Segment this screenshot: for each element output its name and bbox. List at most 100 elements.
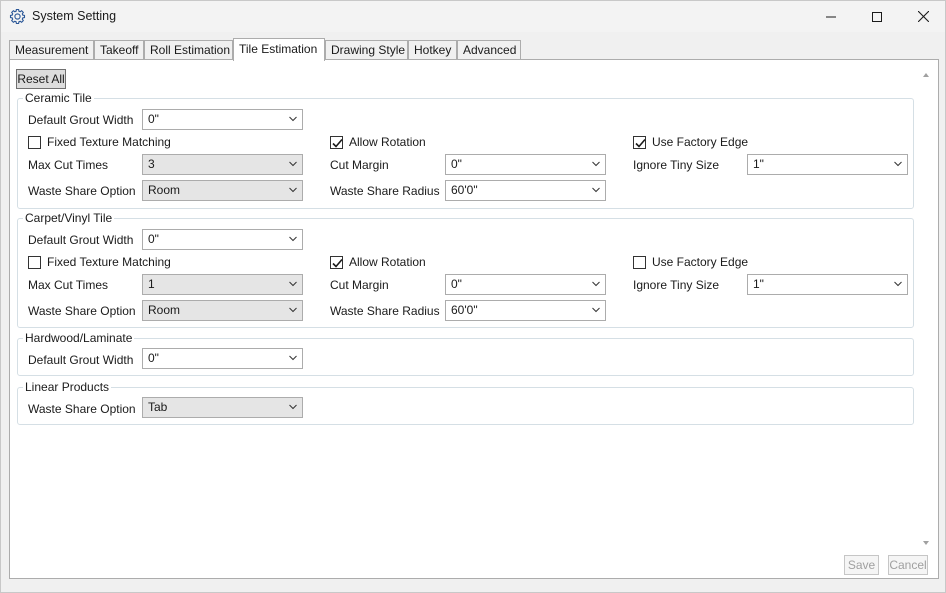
checkbox-label: Use Factory Edge <box>652 255 749 269</box>
cut-margin-label: Cut Margin <box>330 278 389 292</box>
scroll-up-arrow-icon <box>923 73 929 77</box>
carpet-allow-rotation-checkbox[interactable]: Allow Rotation <box>330 255 426 269</box>
checkbox-box[interactable] <box>633 255 646 269</box>
combo-value: 3 <box>148 157 155 171</box>
combo-value: 0" <box>148 232 159 246</box>
carpet-vinyl-tile-group: Carpet/Vinyl Tile Default Grout Width 0"… <box>17 211 914 328</box>
cancel-button[interactable]: Cancel <box>888 555 928 575</box>
title-bar: System Setting <box>1 1 945 32</box>
checkbox-label: Allow Rotation <box>349 135 426 149</box>
minimize-button[interactable] <box>808 1 854 32</box>
close-icon <box>917 11 929 22</box>
combo-value: 60'0" <box>451 183 478 197</box>
waste-share-option-label: Waste Share Option <box>28 402 136 416</box>
ceramic-fixed-texture-checkbox[interactable]: Fixed Texture Matching <box>28 135 171 149</box>
reset-all-button[interactable]: Reset All <box>16 69 66 89</box>
hardwood-default-grout-width-select[interactable]: 0" <box>142 348 303 369</box>
tab-measurement[interactable]: Measurement <box>9 40 94 60</box>
waste-share-option-label: Waste Share Option <box>28 184 136 198</box>
cut-margin-label: Cut Margin <box>330 158 389 172</box>
tab-takeoff[interactable]: Takeoff <box>94 40 144 60</box>
ignore-tiny-size-label: Ignore Tiny Size <box>633 278 720 292</box>
tab-tile-estimation[interactable]: Tile Estimation <box>233 38 325 61</box>
ceramic-cut-margin-select[interactable]: 0" <box>445 154 606 175</box>
ceramic-tile-title: Ceramic Tile <box>23 91 94 105</box>
ceramic-waste-share-radius-select[interactable]: 60'0" <box>445 180 606 201</box>
chevron-down-icon <box>289 236 297 242</box>
vertical-scrollbar[interactable] <box>920 68 932 550</box>
close-button[interactable] <box>900 1 946 32</box>
combo-value: Room <box>148 183 181 197</box>
checkbox-box[interactable] <box>28 135 41 149</box>
chevron-down-icon <box>289 307 297 313</box>
max-cut-times-label: Max Cut Times <box>28 158 109 172</box>
chevron-down-icon <box>289 116 297 122</box>
ceramic-use-factory-edge-checkbox[interactable]: Use Factory Edge <box>633 135 748 149</box>
combo-value: 1" <box>753 157 764 171</box>
save-button[interactable]: Save <box>844 555 879 575</box>
ceramic-allow-rotation-checkbox[interactable]: Allow Rotation <box>330 135 426 149</box>
combo-value: 0" <box>451 277 462 291</box>
tab-advanced[interactable]: Advanced <box>457 40 521 60</box>
hardwood-laminate-group: Hardwood/Laminate Default Grout Width 0" <box>17 331 914 376</box>
chevron-down-icon <box>894 281 902 287</box>
ceramic-ignore-tiny-size-select[interactable]: 1" <box>747 154 908 175</box>
carpet-use-factory-edge-checkbox[interactable]: Use Factory Edge <box>633 255 748 269</box>
carpet-waste-share-radius-select[interactable]: 60'0" <box>445 300 606 321</box>
chevron-down-icon <box>289 355 297 361</box>
chevron-down-icon <box>894 161 902 167</box>
waste-share-option-label: Waste Share Option <box>28 304 136 318</box>
checkbox-label: Fixed Texture Matching <box>47 255 171 269</box>
checkbox-box[interactable] <box>28 255 41 269</box>
linear-products-title: Linear Products <box>23 380 112 394</box>
gear-icon <box>9 8 26 25</box>
tile-estimation-panel: Reset All Ceramic Tile Default Grout Wid… <box>9 59 939 579</box>
combo-value: 0" <box>148 351 159 365</box>
combo-value: 60'0" <box>451 303 478 317</box>
ignore-tiny-size-label: Ignore Tiny Size <box>633 158 720 172</box>
checkbox-label: Fixed Texture Matching <box>47 135 171 149</box>
chevron-down-icon <box>592 187 600 193</box>
ceramic-max-cut-times-select[interactable]: 3 <box>142 154 303 175</box>
checkbox-box[interactable] <box>633 135 646 149</box>
waste-share-radius-label: Waste Share Radius <box>330 184 440 198</box>
tab-drawing-style[interactable]: Drawing Style <box>325 40 408 60</box>
linear-waste-share-option-select[interactable]: Tab <box>142 397 303 418</box>
chevron-down-icon <box>592 281 600 287</box>
chevron-down-icon <box>289 161 297 167</box>
combo-value: 0" <box>148 112 159 126</box>
tab-roll-estimation[interactable]: Roll Estimation <box>144 40 233 60</box>
checkmark-icon <box>635 138 646 148</box>
chevron-down-icon <box>289 281 297 287</box>
carpet-max-cut-times-select[interactable]: 1 <box>142 274 303 295</box>
carpet-vinyl-tile-title: Carpet/Vinyl Tile <box>23 211 115 225</box>
checkmark-icon <box>332 138 343 148</box>
maximize-button[interactable] <box>854 1 900 32</box>
carpet-waste-share-option-select[interactable]: Room <box>142 300 303 321</box>
checkbox-label: Allow Rotation <box>349 255 426 269</box>
combo-value: 1" <box>753 277 764 291</box>
chevron-down-icon <box>289 187 297 193</box>
combo-value: 1 <box>148 277 155 291</box>
scrollbar-track <box>923 73 929 545</box>
carpet-cut-margin-select[interactable]: 0" <box>445 274 606 295</box>
carpet-ignore-tiny-size-select[interactable]: 1" <box>747 274 908 295</box>
carpet-default-grout-width-select[interactable]: 0" <box>142 229 303 250</box>
checkmark-icon <box>332 258 343 268</box>
system-setting-window: System Setting Measurement Takeoff Roll … <box>0 0 946 593</box>
ceramic-tile-group: Ceramic Tile Default Grout Width 0" Fixe… <box>17 91 914 209</box>
chevron-down-icon <box>592 161 600 167</box>
checkbox-box[interactable] <box>330 135 343 149</box>
ceramic-default-grout-width-select[interactable]: 0" <box>142 109 303 130</box>
checkbox-box[interactable] <box>330 255 343 269</box>
ceramic-waste-share-option-select[interactable]: Room <box>142 180 303 201</box>
maximize-icon <box>872 11 882 22</box>
tab-hotkey[interactable]: Hotkey <box>408 40 457 60</box>
hardwood-laminate-title: Hardwood/Laminate <box>23 331 135 345</box>
combo-value: Tab <box>148 400 168 414</box>
default-grout-width-label: Default Grout Width <box>28 233 134 247</box>
default-grout-width-label: Default Grout Width <box>28 353 134 367</box>
chevron-down-icon <box>592 307 600 313</box>
scroll-down-arrow-icon <box>923 541 929 545</box>
carpet-fixed-texture-checkbox[interactable]: Fixed Texture Matching <box>28 255 171 269</box>
